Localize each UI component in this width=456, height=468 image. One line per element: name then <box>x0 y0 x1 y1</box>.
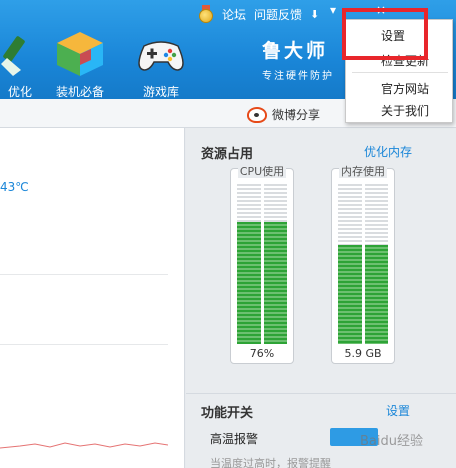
watermark: Baidu经验 <box>360 434 423 449</box>
download-icon[interactable]: ⬇ <box>310 8 319 21</box>
top-links: 论坛 问题反馈 ⬇ <box>198 5 319 23</box>
weibo-icon <box>247 106 267 123</box>
brand-name: 鲁大师 <box>262 40 329 62</box>
weibo-share-label: 微博分享 <box>272 108 321 122</box>
divider <box>0 274 168 275</box>
broom-icon <box>0 30 27 78</box>
left-panel: 43℃ <box>0 128 185 468</box>
high-temp-alarm-label: 高温报警 <box>210 432 259 446</box>
cpu-gauge-label: CPU使用 <box>237 165 287 178</box>
nav-games-label: 游戏库 <box>142 85 179 99</box>
cpu-gauge: CPU使用 76% <box>230 165 294 364</box>
temperature-reading: 43℃ <box>0 180 29 194</box>
nav-games[interactable]: 游戏库 <box>121 30 201 100</box>
divider <box>0 344 168 345</box>
feedback-link[interactable]: 问题反馈 <box>254 6 302 23</box>
brand-slogan: 专注硬件防护 <box>262 71 334 82</box>
resources-title: 资源占用 <box>201 147 254 162</box>
functions-settings-link[interactable]: 设置 <box>386 402 410 419</box>
memory-gauge-label: 内存使用 <box>339 165 387 178</box>
cpu-fill-left <box>237 222 261 344</box>
menu-dropdown-icon[interactable]: ▾ <box>326 3 340 17</box>
nav-optimize-label: 优化 <box>7 85 32 99</box>
medal-icon[interactable] <box>198 5 214 23</box>
divider <box>186 393 456 394</box>
weibo-share-button[interactable]: 微博分享 <box>247 106 320 123</box>
cpu-fill-right <box>263 222 287 344</box>
nav-essentials-label: 装机必备 <box>55 85 104 99</box>
temperature-line-graph <box>0 442 168 449</box>
forum-link[interactable]: 论坛 <box>222 6 246 23</box>
memory-value: 5.9 GB <box>344 347 382 360</box>
memory-gauge: 内存使用 5.9 GB <box>331 165 395 364</box>
memory-fill-right <box>364 244 388 344</box>
cube-icon <box>53 30 107 78</box>
nav-essentials[interactable]: 装机必备 <box>40 30 120 100</box>
high-temp-alarm-desc: 当温度过高时，报警提醒 <box>210 457 331 468</box>
functions-title: 功能开关 <box>201 406 254 421</box>
highlight-box <box>342 8 428 60</box>
menu-separator <box>352 72 448 73</box>
brand: 鲁大师 专注硬件防护 <box>262 36 334 82</box>
gamepad-icon <box>134 30 188 78</box>
memory-fill-left <box>338 244 362 344</box>
optimize-memory-link[interactable]: 优化内存 <box>364 143 412 160</box>
cpu-value: 76% <box>249 347 275 360</box>
menu-item-official-site[interactable]: 官方网站 <box>381 80 429 97</box>
nav-optimize[interactable]: 优化 <box>0 30 40 100</box>
menu-item-about[interactable]: 关于我们 <box>381 102 429 119</box>
